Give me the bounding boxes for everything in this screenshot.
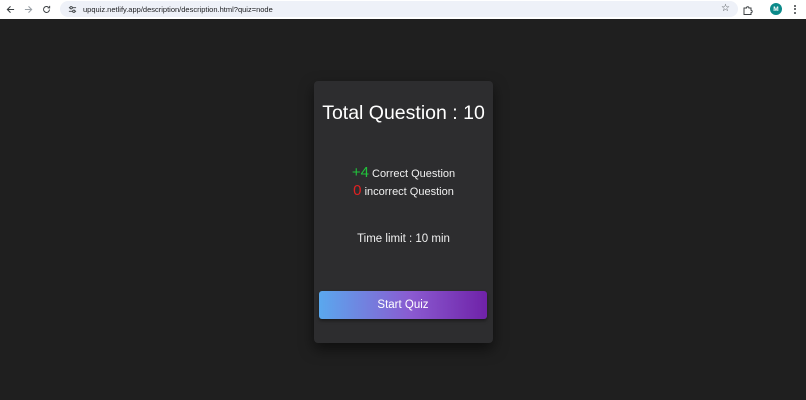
tune-icon: [68, 5, 76, 13]
correct-score-row: +4 Correct Question: [314, 164, 493, 181]
correct-score-value: +4: [351, 164, 369, 181]
back-button[interactable]: [3, 3, 17, 17]
correct-score-label: Correct Question: [372, 168, 456, 180]
incorrect-score-label: incorrect Question: [364, 186, 454, 198]
forward-button[interactable]: [21, 3, 35, 17]
puzzle-icon: [743, 6, 753, 15]
star-icon[interactable]: ☆: [721, 3, 730, 15]
arrow-right-icon: [24, 5, 32, 14]
incorrect-score-value: 0: [353, 182, 362, 199]
time-limit-text: Time limit : 10 min: [357, 233, 450, 245]
total-question-title: Total Question : 10: [322, 102, 485, 124]
address-bar[interactable]: upquiz.netlify.app/description/descripti…: [60, 1, 738, 17]
reload-button[interactable]: [39, 3, 53, 17]
extensions-button[interactable]: [742, 3, 754, 15]
arrow-left-icon: [6, 5, 14, 14]
reload-icon: [42, 5, 50, 13]
start-quiz-button[interactable]: Start Quiz: [319, 291, 487, 319]
url-text[interactable]: upquiz.netlify.app/description/descripti…: [83, 5, 273, 14]
kebab-menu-icon[interactable]: [792, 2, 798, 16]
browser-toolbar: upquiz.netlify.app/description/descripti…: [0, 0, 806, 19]
site-info-button[interactable]: [66, 3, 78, 15]
incorrect-score-row: 0 incorrect Question: [314, 182, 493, 199]
quiz-description-card: Total Question : 10 +4 Correct Question …: [314, 81, 493, 343]
page-body: Total Question : 10 +4 Correct Question …: [0, 19, 806, 400]
avatar[interactable]: M: [770, 3, 782, 15]
